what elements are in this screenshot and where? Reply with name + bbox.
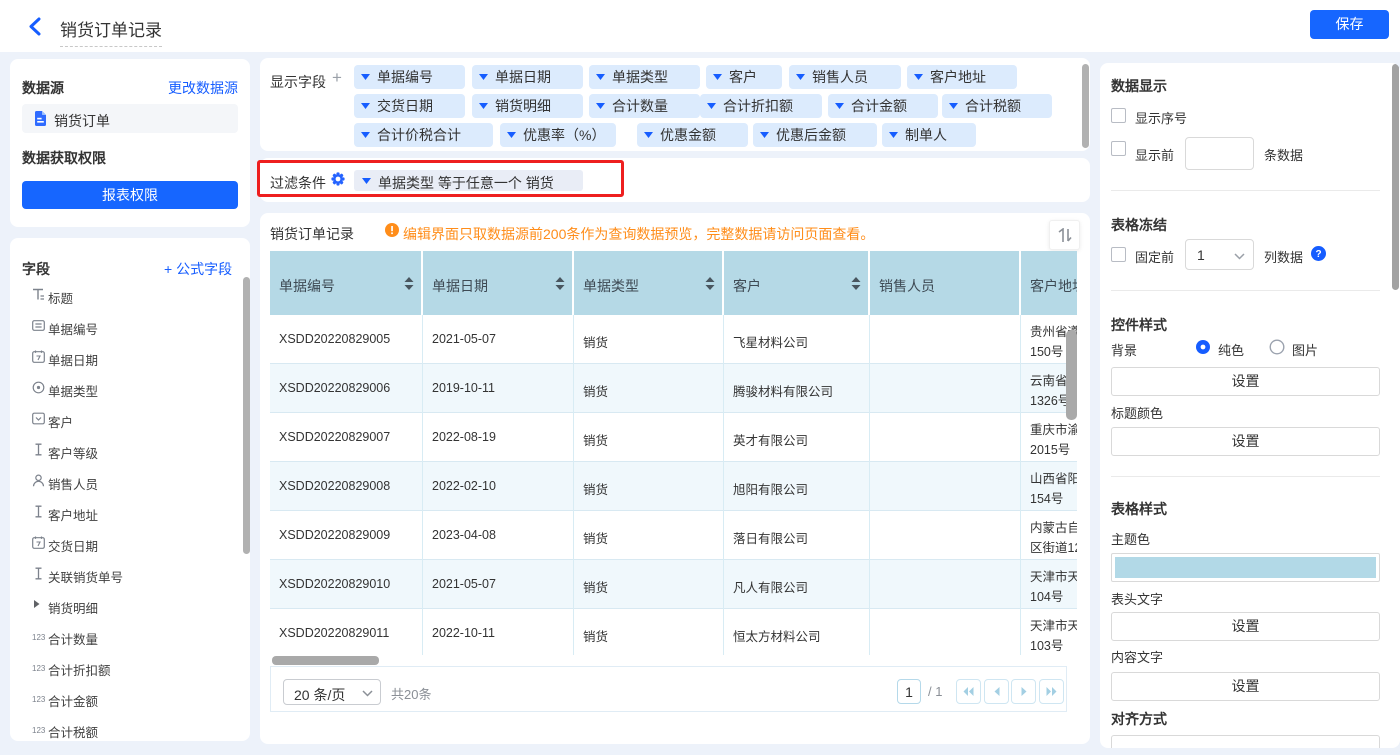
svg-text:?: ?: [1315, 249, 1321, 260]
